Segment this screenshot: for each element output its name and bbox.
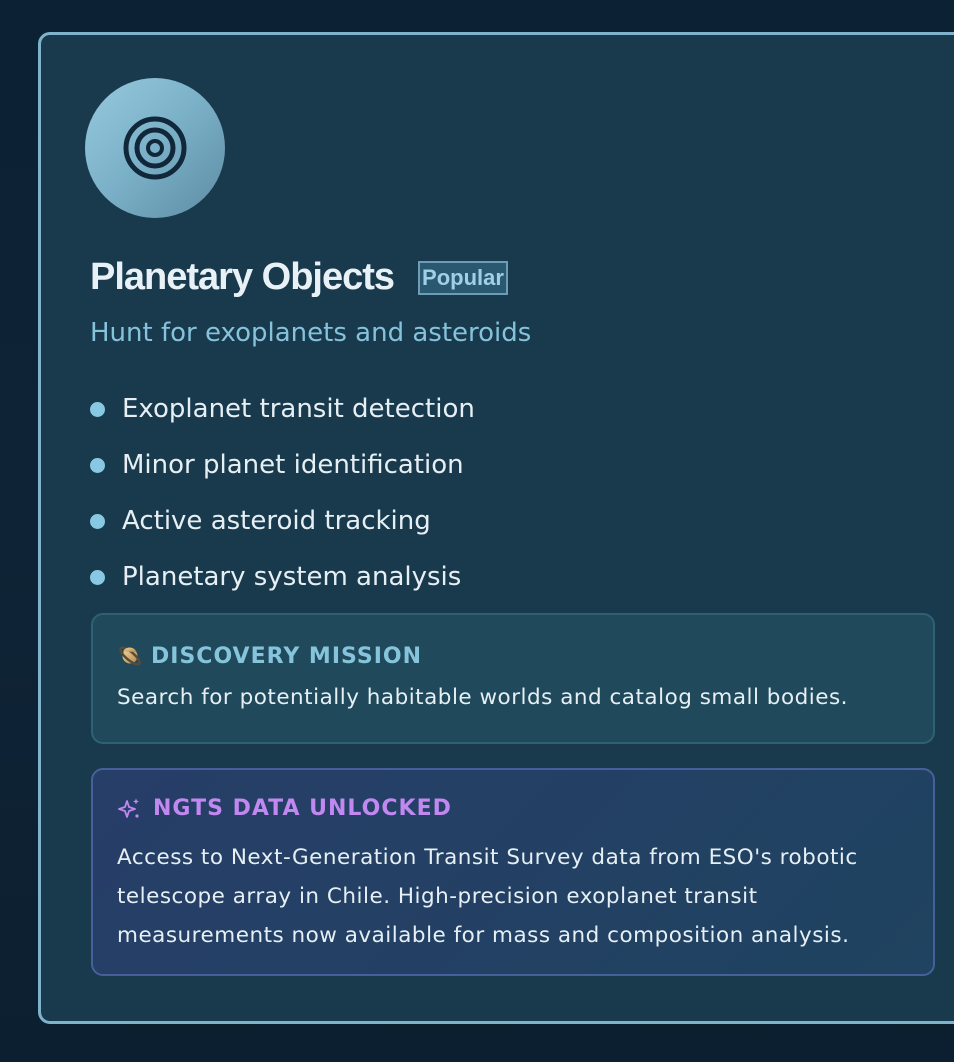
card-subtitle: Hunt for exoplanets and asteroids [90,318,532,348]
mission-header: DISCOVERY MISSION [117,643,422,669]
bullet-dot-icon [90,401,105,417]
ngts-title: NGTS DATA UNLOCKED [153,796,452,821]
card-title: Planetary Objects [90,255,395,298]
feature-label: Planetary system analysis [122,562,462,592]
feature-item: Planetary system analysis [90,549,475,605]
planetary-objects-card[interactable]: Planetary Objects Popular Hunt for exopl… [38,32,954,1024]
feature-item: Minor planet identification [90,437,475,493]
ngts-header: NGTS DATA UNLOCKED [117,796,452,821]
bullet-dot-icon [90,513,105,529]
ngts-description: Access to Next-Generation Transit Survey… [117,845,858,948]
discovery-mission-panel: DISCOVERY MISSION Search for potentially… [91,613,935,744]
popular-badge: Popular [418,261,508,295]
title-row: Planetary Objects Popular [90,255,508,299]
feature-item: Active asteroid tracking [90,493,475,549]
feature-label: Minor planet identification [122,450,464,480]
sparkles-icon [118,798,139,818]
feature-label: Active asteroid tracking [122,506,431,536]
feature-label: Exoplanet transit detection [122,394,475,424]
feature-item: Exoplanet transit detection [90,381,475,437]
target-rings-icon [123,116,187,180]
bullet-dot-icon [90,569,105,585]
ringed-planet-icon [119,646,141,666]
mission-description: Search for potentially habitable worlds … [117,685,848,710]
card-avatar [85,78,225,218]
bullet-dot-icon [90,457,105,473]
ngts-unlocked-panel: NGTS DATA UNLOCKED Access to Next-Genera… [91,768,935,976]
mission-title: DISCOVERY MISSION [151,643,423,669]
feature-list: Exoplanet transit detection Minor planet… [90,381,475,605]
